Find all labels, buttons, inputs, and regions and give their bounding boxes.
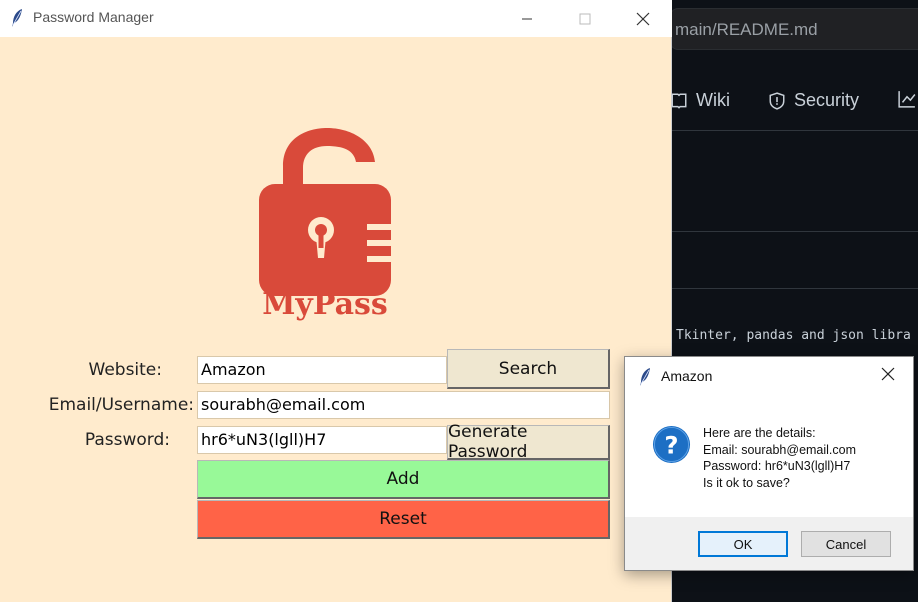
nav-item-security[interactable]: Security	[768, 90, 859, 111]
code-line: Tkinter, pandas and json libra	[676, 328, 911, 343]
dialog-line: Is it ok to save?	[703, 475, 790, 490]
password-input[interactable]: hr6*uN3(lgll)H7	[197, 426, 447, 454]
website-label: Website:	[88, 360, 163, 380]
svg-text:?: ?	[664, 430, 678, 459]
insights-icon[interactable]	[898, 90, 916, 108]
ok-button[interactable]: OK	[698, 531, 788, 557]
repo-nav: Wiki Security	[670, 70, 918, 130]
close-icon	[636, 12, 650, 25]
confirm-dialog: Amazon ? Here are the details: Email: so…	[624, 356, 914, 571]
divider	[670, 130, 918, 131]
dialog-message: Here are the details: Email: sourabh@ema…	[703, 425, 856, 491]
window-title: Password Manager	[33, 9, 154, 25]
email-input[interactable]: sourabh@email.com	[197, 391, 610, 419]
email-label: Email/Username:	[48, 395, 194, 415]
website-input[interactable]: Amazon	[197, 356, 447, 384]
cancel-button[interactable]: Cancel	[801, 531, 891, 557]
minimize-icon	[522, 18, 532, 19]
divider	[670, 288, 918, 289]
feather-icon	[640, 368, 650, 386]
dialog-line: Password: hr6*uN3(lgll)H7	[703, 459, 851, 473]
search-button[interactable]: Search	[447, 349, 610, 389]
password-label: Password:	[84, 430, 170, 450]
maximize-icon	[579, 13, 591, 24]
mypass-logo: MyPass	[259, 128, 393, 322]
minimize-button[interactable]	[504, 0, 550, 37]
dialog-title: Amazon	[661, 368, 713, 384]
close-button[interactable]	[620, 0, 666, 37]
readme-code: Tkinter, pandas and json libra	[676, 328, 911, 343]
maximize-button[interactable]	[562, 0, 608, 37]
nav-item-label: Security	[794, 90, 860, 110]
nav-item-wiki[interactable]: Wiki	[670, 90, 730, 111]
generate-password-button[interactable]: Generate Password	[447, 422, 610, 462]
dialog-line: Email: sourabh@email.com	[703, 442, 857, 457]
reset-button[interactable]: Reset	[197, 500, 610, 539]
shield-icon	[769, 91, 785, 110]
feather-icon	[12, 9, 22, 27]
logo-text: MyPass	[262, 287, 388, 322]
dialog-line: Here are the details:	[703, 426, 816, 440]
add-button[interactable]: Add	[197, 460, 610, 499]
book-icon	[671, 93, 687, 109]
dialog-close-icon[interactable]	[881, 365, 895, 386]
address-bar[interactable]: main/README.md	[670, 8, 918, 50]
question-icon: ?	[652, 425, 691, 464]
title-bar[interactable]: Password Manager	[0, 0, 672, 37]
password-manager-window: Password Manager MyPass Website: Amazon …	[0, 0, 672, 602]
divider	[670, 231, 918, 232]
nav-item-label: Wiki	[696, 90, 730, 110]
dialog-title-bar[interactable]: Amazon	[625, 357, 913, 395]
